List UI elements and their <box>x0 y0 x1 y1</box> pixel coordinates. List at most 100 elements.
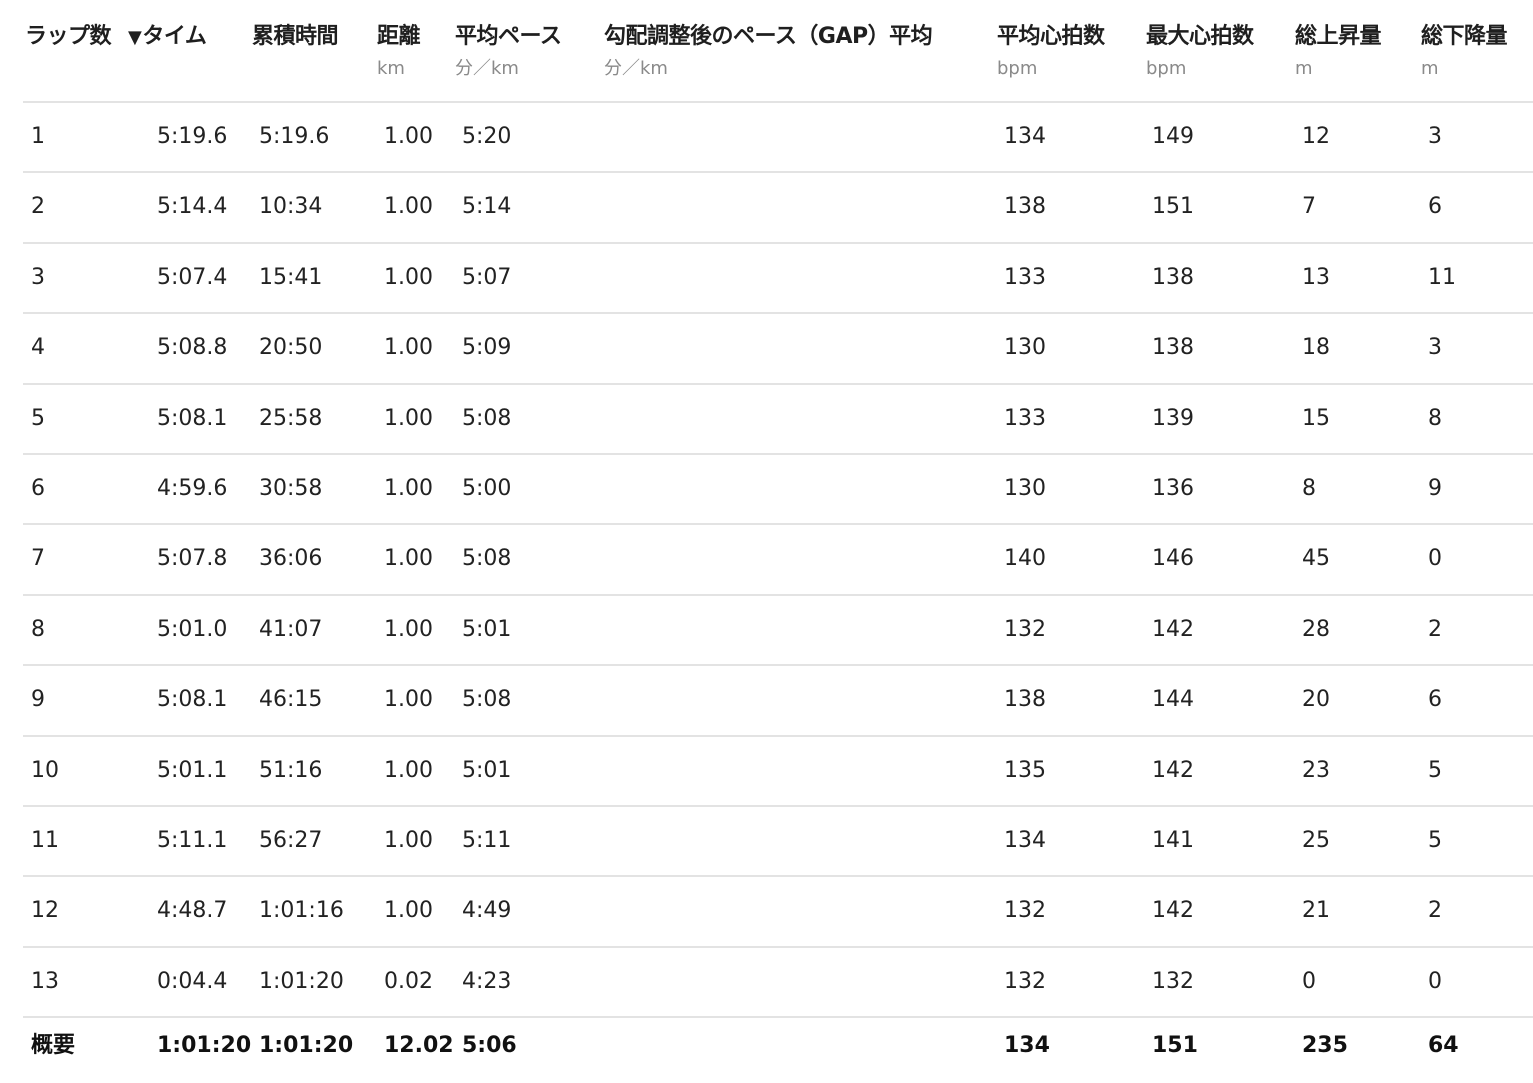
distance-cell: 1.00 <box>384 475 433 501</box>
column-header-max-hr[interactable]: 最大心拍数 bpm <box>1146 22 1254 80</box>
avg-hr-cell: 130 <box>1004 475 1046 501</box>
lap-time-cell: 4:59.6 <box>157 475 228 501</box>
column-header-label: 総下降量 <box>1421 24 1508 49</box>
avg-hr-cell: 138 <box>1004 687 1046 713</box>
column-header-gap[interactable]: 勾配調整後のペース（GAP）平均 分／km <box>604 22 933 80</box>
summary-cumulative-time: 1:01:20 <box>259 1033 354 1059</box>
table-row[interactable]: 10 5:01.1 51:16 1.00 5:01 135 142 23 5 <box>23 737 1533 807</box>
column-header-descent[interactable]: 総下降量 m <box>1421 22 1508 80</box>
avg-hr-cell: 140 <box>1004 546 1046 572</box>
descent-cell: 0 <box>1428 968 1442 994</box>
column-header-lap[interactable]: ラップ数 <box>25 22 112 52</box>
cumulative-time-cell: 36:06 <box>259 546 323 572</box>
distance-cell: 0.02 <box>384 968 433 994</box>
ascent-cell: 13 <box>1302 264 1330 290</box>
avg-pace-cell: 5:14 <box>462 194 512 220</box>
lap-time-cell: 5:01.1 <box>157 757 228 783</box>
summary-descent: 64 <box>1428 1033 1459 1059</box>
avg-pace-cell: 5:11 <box>462 827 512 853</box>
descent-cell: 2 <box>1428 616 1442 642</box>
descent-cell: 6 <box>1428 194 1442 220</box>
table-row[interactable]: 13 0:04.4 1:01:20 0.02 4:23 132 132 0 0 <box>23 948 1533 1019</box>
column-unit: m <box>1421 58 1439 79</box>
max-hr-cell: 146 <box>1152 546 1194 572</box>
table-row[interactable]: 8 5:01.0 41:07 1.00 5:01 132 142 28 2 <box>23 596 1533 667</box>
column-header-label: 総上昇量 <box>1295 24 1382 49</box>
distance-cell: 1.00 <box>384 335 433 361</box>
ascent-cell: 8 <box>1302 475 1316 501</box>
max-hr-cell: 144 <box>1152 687 1194 713</box>
max-hr-cell: 141 <box>1152 827 1194 853</box>
cumulative-time-cell: 51:16 <box>259 757 323 783</box>
summary-row: 概要 1:01:20 1:01:20 12.02 5:06 134 151 23… <box>23 1018 1533 1076</box>
avg-pace-cell: 5:08 <box>462 687 512 713</box>
lap-number-cell: 3 <box>31 264 45 290</box>
column-header-ascent[interactable]: 総上昇量 m <box>1295 22 1382 80</box>
lap-number-cell: 1 <box>31 124 45 149</box>
ascent-cell: 45 <box>1302 546 1330 572</box>
column-header-label: 勾配調整後のペース（GAP）平均 <box>604 24 933 49</box>
table-row[interactable]: 1 5:19.6 5:19.6 1.00 5:20 134 149 12 3 <box>23 103 1533 174</box>
table-row[interactable]: 4 5:08.8 20:50 1.00 5:09 130 138 18 3 <box>23 314 1533 385</box>
lap-number-cell: 2 <box>31 194 45 220</box>
avg-pace-cell: 5:20 <box>462 124 512 149</box>
ascent-cell: 21 <box>1302 898 1330 924</box>
avg-hr-cell: 134 <box>1004 124 1046 149</box>
column-header-time[interactable]: ▼タイム <box>128 22 207 53</box>
avg-hr-cell: 132 <box>1004 616 1046 642</box>
distance-cell: 1.00 <box>384 757 433 783</box>
cumulative-time-cell: 1:01:20 <box>259 968 344 994</box>
avg-hr-cell: 132 <box>1004 968 1046 994</box>
column-header-label: タイム <box>142 24 207 49</box>
descent-cell: 2 <box>1428 898 1442 924</box>
lap-time-cell: 5:11.1 <box>157 827 228 853</box>
cumulative-time-cell: 46:15 <box>259 687 323 713</box>
column-header-cumulative-time[interactable]: 累積時間 <box>252 22 339 52</box>
ascent-cell: 15 <box>1302 405 1330 431</box>
table-row[interactable]: 6 4:59.6 30:58 1.00 5:00 130 136 8 9 <box>23 455 1533 526</box>
lap-time-cell: 5:01.0 <box>157 616 228 642</box>
distance-cell: 1.00 <box>384 898 433 924</box>
max-hr-cell: 138 <box>1152 264 1194 290</box>
sort-descending-icon: ▼ <box>128 27 142 48</box>
distance-cell: 1.00 <box>384 264 433 290</box>
descent-cell: 3 <box>1428 124 1442 149</box>
descent-cell: 8 <box>1428 405 1442 431</box>
ascent-cell: 28 <box>1302 616 1330 642</box>
lap-number-cell: 10 <box>31 757 59 783</box>
distance-cell: 1.00 <box>384 827 433 853</box>
descent-cell: 3 <box>1428 335 1442 361</box>
column-header-label: 最大心拍数 <box>1146 24 1254 49</box>
column-header-avg-hr[interactable]: 平均心拍数 bpm <box>997 22 1105 80</box>
ascent-cell: 25 <box>1302 827 1330 853</box>
table-row[interactable]: 2 5:14.4 10:34 1.00 5:14 138 151 7 6 <box>23 173 1533 244</box>
max-hr-cell: 151 <box>1152 194 1194 220</box>
column-unit: 分／km <box>455 58 519 79</box>
table-row[interactable]: 11 5:11.1 56:27 1.00 5:11 134 141 25 5 <box>23 807 1533 878</box>
column-header-label: 平均ペース <box>455 24 562 49</box>
avg-pace-cell: 5:09 <box>462 335 512 361</box>
table-row[interactable]: 3 5:07.4 15:41 1.00 5:07 133 138 13 11 <box>23 244 1533 315</box>
table-row[interactable]: 12 4:48.7 1:01:16 1.00 4:49 132 142 21 2 <box>23 877 1533 948</box>
ascent-cell: 20 <box>1302 687 1330 713</box>
column-header-label: 距離 <box>377 24 421 49</box>
max-hr-cell: 142 <box>1152 898 1194 924</box>
column-header-distance[interactable]: 距離 km <box>377 22 421 80</box>
table-row[interactable]: 9 5:08.1 46:15 1.00 5:08 138 144 20 6 <box>23 666 1533 737</box>
avg-pace-cell: 5:01 <box>462 757 512 783</box>
summary-distance: 12.02 <box>384 1033 454 1059</box>
column-unit: bpm <box>1146 58 1187 79</box>
descent-cell: 11 <box>1428 264 1456 290</box>
max-hr-cell: 136 <box>1152 475 1194 501</box>
cumulative-time-cell: 1:01:16 <box>259 898 344 924</box>
avg-hr-cell: 133 <box>1004 264 1046 290</box>
avg-hr-cell: 133 <box>1004 405 1046 431</box>
lap-number-cell: 11 <box>31 827 59 853</box>
column-header-avg-pace[interactable]: 平均ペース 分／km <box>455 22 562 80</box>
cumulative-time-cell: 30:58 <box>259 475 323 501</box>
lap-number-cell: 8 <box>31 616 45 642</box>
descent-cell: 9 <box>1428 475 1442 501</box>
table-row[interactable]: 7 5:07.8 36:06 1.00 5:08 140 146 45 0 <box>23 525 1533 596</box>
table-row[interactable]: 5 5:08.1 25:58 1.00 5:08 133 139 15 8 <box>23 385 1533 455</box>
distance-cell: 1.00 <box>384 687 433 713</box>
